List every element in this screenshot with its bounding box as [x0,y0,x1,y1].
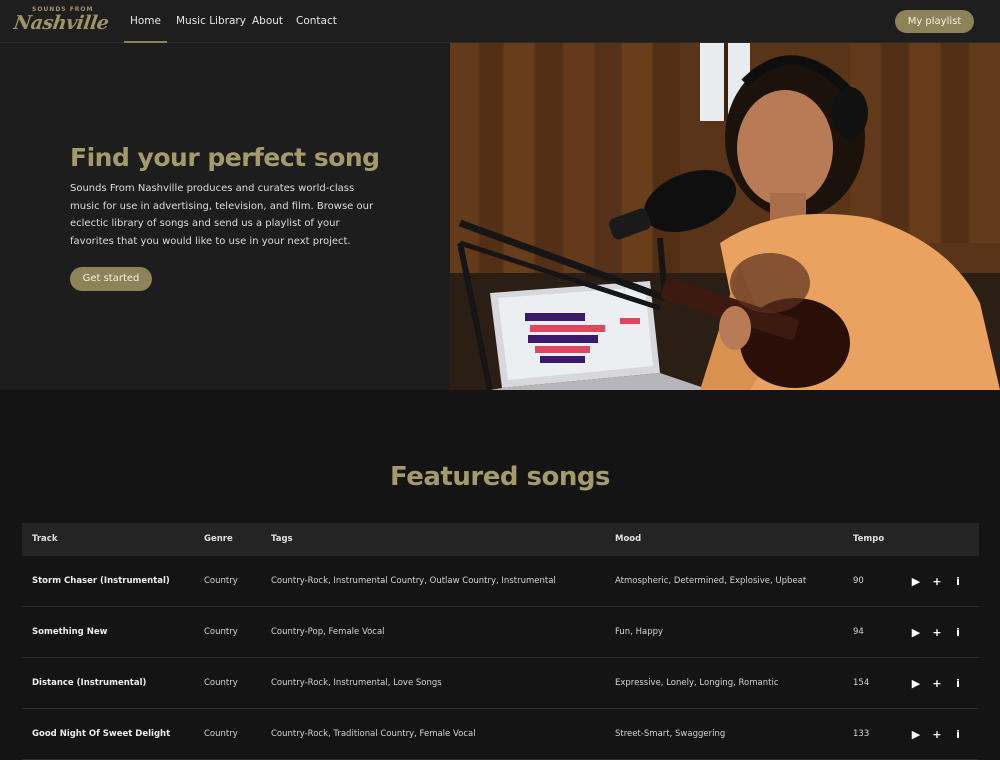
info-icon[interactable]: i [952,677,964,690]
my-playlist-button[interactable]: My playlist [895,10,974,33]
track-tags: Country-Rock, Instrumental Country, Outl… [271,576,556,586]
play-icon[interactable]: ▶ [910,575,922,588]
track-tempo: 154 [853,678,870,688]
track-genre: Country [204,729,238,739]
table-header: Track Genre Tags Mood Tempo [22,523,979,556]
hero-title: Find your perfect song [70,143,380,172]
hero-description: Sounds From Nashville produces and curat… [70,183,374,247]
get-started-button[interactable]: Get started [70,267,152,291]
column-header-genre: Genre [204,534,233,544]
track-genre: Country [204,627,238,637]
track-tags: Country-Pop, Female Vocal [271,627,385,637]
table-row[interactable]: Something New Country Country-Pop, Femal… [22,607,979,658]
track-tags: Country-Rock, Traditional Country, Femal… [271,729,476,739]
nav-about[interactable]: About [252,0,283,43]
info-icon[interactable]: i [952,728,964,741]
nav-music-library[interactable]: Music Library [176,0,246,43]
site-logo[interactable]: SOUNDS FROM Nashville [12,6,110,38]
logo-script-text: Nashville [12,12,111,34]
plus-icon[interactable]: + [931,728,943,741]
track-title: Something New [32,627,108,637]
column-header-tags: Tags [271,534,293,544]
plus-icon[interactable]: + [931,575,943,588]
hero-section: Find your perfect song Sounds From Nashv… [0,43,1000,390]
column-header-mood: Mood [615,534,642,544]
track-genre: Country [204,678,238,688]
featured-songs-heading: Featured songs [390,462,610,492]
plus-icon[interactable]: + [931,677,943,690]
track-mood: Street-Smart, Swaggering [615,729,726,739]
play-icon[interactable]: ▶ [910,728,922,741]
track-mood: Fun, Happy [615,627,664,637]
track-tempo: 133 [853,729,870,739]
track-tempo: 94 [853,627,864,637]
track-title: Storm Chaser (Instrumental) [32,576,170,586]
plus-icon[interactable]: + [931,626,943,639]
featured-songs-table: Track Genre Tags Mood Tempo Storm Chaser… [22,523,979,760]
track-title: Distance (Instrumental) [32,678,147,688]
info-icon[interactable]: i [952,626,964,639]
track-mood: Atmospheric, Determined, Explosive, Upbe… [615,576,807,586]
column-header-tempo: Tempo [853,534,885,544]
nav-home[interactable]: Home [124,0,167,43]
track-tempo: 90 [853,576,864,586]
track-genre: Country [204,576,238,586]
hero-photo [450,43,1000,390]
play-icon[interactable]: ▶ [910,626,922,639]
play-icon[interactable]: ▶ [910,677,922,690]
top-navbar: SOUNDS FROM Nashville Home Music Library… [0,0,1000,43]
column-header-track: Track [32,534,58,544]
track-tags: Country-Rock, Instrumental, Love Songs [271,678,442,688]
table-row[interactable]: Distance (Instrumental) Country Country-… [22,658,979,709]
track-mood: Expressive, Lonely, Longing, Romantic [615,678,779,688]
info-icon[interactable]: i [952,575,964,588]
track-title: Good Night Of Sweet Delight [32,729,171,739]
nav-contact[interactable]: Contact [296,0,337,43]
table-row[interactable]: Storm Chaser (Instrumental) Country Coun… [22,556,979,607]
table-row[interactable]: Good Night Of Sweet Delight Country Coun… [22,709,979,760]
